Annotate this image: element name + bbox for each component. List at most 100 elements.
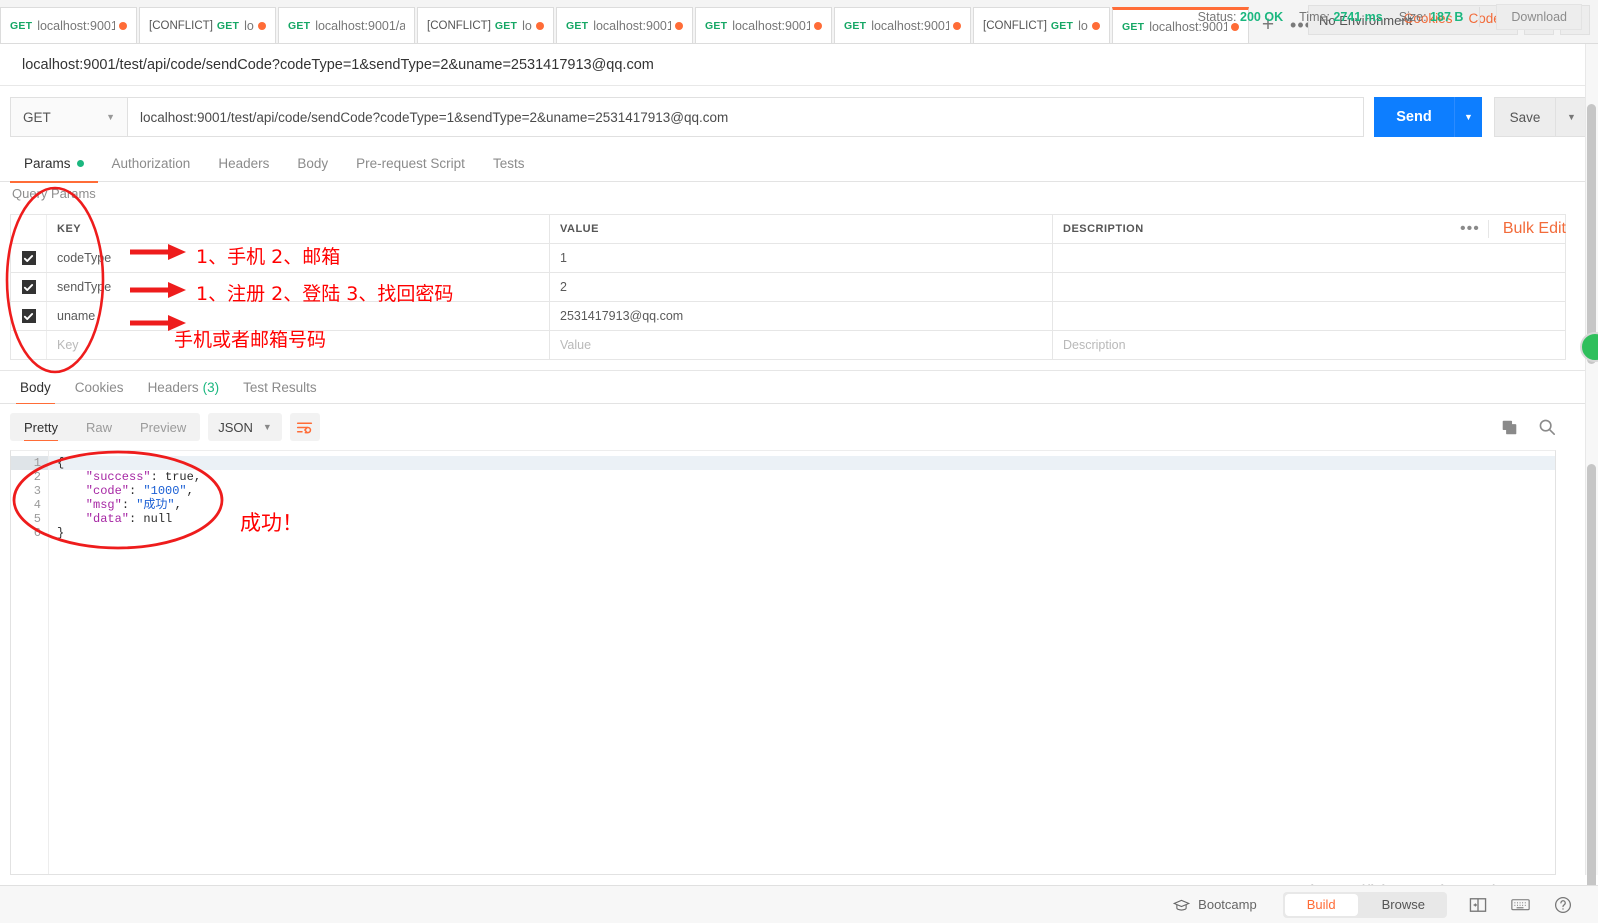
row-checkbox-cell[interactable] <box>11 302 47 330</box>
code-token: "data" <box>57 512 130 526</box>
column-header-key: KEY <box>47 215 550 243</box>
row-checkbox[interactable] <box>22 338 36 352</box>
keyboard-shortcuts-button[interactable] <box>1499 897 1542 912</box>
row-checkbox[interactable] <box>21 251 36 265</box>
scrollbar-thumb-upper[interactable] <box>1587 104 1596 364</box>
url-bar: GET ▼ localhost:9001/test/api/code/sendC… <box>0 88 1598 146</box>
response-tab-cookies[interactable]: Cookies <box>63 370 136 404</box>
browse-tab[interactable]: Browse <box>1360 892 1447 918</box>
row-checkbox[interactable] <box>21 280 36 294</box>
bulk-edit-button[interactable]: Bulk Edit <box>1503 220 1566 238</box>
tab-method-label: GET <box>1050 19 1074 32</box>
param-key-cell[interactable]: uname <box>47 302 550 330</box>
param-key-input[interactable]: Key <box>47 331 550 359</box>
query-params-table: KEY VALUE DESCRIPTION codeType 1 sendType 2 una… <box>10 214 1566 360</box>
graduation-cap-icon <box>1173 899 1191 911</box>
row-checkbox-cell[interactable] <box>11 273 47 301</box>
table-row: sendType 2 <box>11 273 1565 302</box>
row-checkbox-cell-empty[interactable] <box>11 331 47 359</box>
request-tab[interactable]: [CONFLICT]GET loca <box>973 7 1110 43</box>
row-checkbox[interactable] <box>21 309 36 323</box>
response-body-viewer[interactable]: 123456 { "success": true, "code": "1000"… <box>10 450 1556 875</box>
request-tab-body[interactable]: Body <box>283 146 342 182</box>
size-value: 187 B <box>1430 10 1464 24</box>
param-key-cell[interactable]: codeType <box>47 244 550 272</box>
tab-name-label: localhost:9001/ <box>732 18 810 33</box>
code-token: "msg" <box>57 498 122 512</box>
tab-conflict-label: [CONFLICT] <box>983 19 1047 32</box>
request-tab[interactable]: GET localhost:9001/ <box>556 7 693 43</box>
response-body-code[interactable]: { "success": true, "code": "1000", "msg"… <box>49 451 1555 874</box>
code-line: "data": null <box>49 512 1555 526</box>
key-placeholder: Key <box>57 338 79 352</box>
request-tab[interactable]: GET localhost:9001/ <box>695 7 832 43</box>
param-key-cell[interactable]: sendType <box>47 273 550 301</box>
bootcamp-button[interactable]: Bootcamp <box>1157 897 1273 912</box>
param-description-cell[interactable] <box>1053 302 1565 330</box>
save-button[interactable]: Save <box>1494 97 1556 137</box>
query-params-actions: ••• Bulk Edit <box>1452 214 1566 243</box>
search-button[interactable] <box>1538 418 1556 436</box>
response-format-select[interactable]: JSON ▼ <box>208 413 282 441</box>
request-tab[interactable]: [CONFLICT]GET loca <box>417 7 554 43</box>
param-value-input[interactable]: Value <box>550 331 1053 359</box>
request-tab[interactable]: GET localhost:9001/ <box>0 7 137 43</box>
params-present-dot <box>76 160 84 167</box>
code-token: : <box>129 484 144 498</box>
tab-label: Body <box>20 379 51 395</box>
time-value: 2741 ms <box>1333 10 1383 24</box>
response-tab-headers[interactable]: Headers (3) <box>136 370 232 404</box>
param-value-cell[interactable]: 2 <box>550 273 1053 301</box>
param-value-cell[interactable]: 1 <box>550 244 1053 272</box>
code-token: : <box>129 512 144 526</box>
request-tab[interactable]: GET localhost:9001/ <box>834 7 971 43</box>
tab-label: Authorization <box>111 156 191 171</box>
tab-label: Test Results <box>243 379 317 395</box>
tab-name-label: loca <box>244 18 254 33</box>
tab-label: Pre-request Script <box>356 156 465 171</box>
param-description-cell[interactable] <box>1053 244 1565 272</box>
param-description-input[interactable]: Description <box>1053 331 1565 359</box>
request-tab-authorization[interactable]: Authorization <box>98 146 205 182</box>
help-button[interactable] <box>1542 896 1584 914</box>
http-method-select[interactable]: GET ▼ <box>10 97 128 137</box>
send-options-button[interactable]: ▼ <box>1454 97 1482 137</box>
request-title: localhost:9001/test/api/code/sendCode?co… <box>0 44 1598 86</box>
layout-toggle-button[interactable] <box>1457 897 1499 913</box>
request-tab[interactable]: [CONFLICT]GET loca <box>139 7 276 43</box>
tab-unsaved-dot <box>675 21 683 30</box>
tab-method-label: GET <box>494 19 518 32</box>
copy-button[interactable] <box>1501 419 1518 436</box>
response-tabs-bar: Body Cookies Headers (3) Test Results <box>0 370 1598 405</box>
url-input[interactable]: localhost:9001/test/api/code/sendCode?co… <box>128 97 1364 137</box>
response-view-raw[interactable]: Raw <box>72 413 126 441</box>
response-tab-test-results[interactable]: Test Results <box>231 370 329 404</box>
line-number: 3 <box>33 484 41 498</box>
http-method-value: GET <box>23 109 51 125</box>
main-vertical-scrollbar[interactable] <box>1585 44 1598 894</box>
request-tab-params[interactable]: Params <box>10 146 98 183</box>
response-view-pretty[interactable]: Pretty <box>10 413 72 441</box>
param-value-cell[interactable]: 2531417913@qq.com <box>550 302 1053 330</box>
download-button[interactable]: Download <box>1496 4 1582 30</box>
word-wrap-button[interactable] <box>289 413 320 441</box>
copy-icon <box>1502 420 1517 434</box>
param-description-cell[interactable] <box>1053 273 1565 301</box>
send-button[interactable]: Send <box>1374 97 1454 137</box>
response-indicator-badge <box>1580 332 1598 362</box>
request-tab-tests[interactable]: Tests <box>479 146 539 182</box>
response-view-preview[interactable]: Preview <box>126 413 200 441</box>
tab-method-label: GET <box>1122 20 1145 33</box>
build-tab[interactable]: Build <box>1284 893 1358 916</box>
response-view-switcher: Pretty Raw Preview <box>10 413 201 441</box>
request-tab[interactable]: GET localhost:9001/aiw <box>278 7 415 43</box>
code-token: "code" <box>57 484 130 498</box>
params-more-button[interactable]: ••• <box>1452 219 1489 238</box>
tab-method-label: GET <box>705 19 728 32</box>
request-tab-headers[interactable]: Headers <box>204 146 283 182</box>
request-tab-pre-request-script[interactable]: Pre-request Script <box>342 146 479 182</box>
save-options-button[interactable]: ▼ <box>1556 97 1588 137</box>
row-checkbox-cell[interactable] <box>11 244 47 272</box>
scrollbar-thumb-lower[interactable] <box>1587 464 1596 894</box>
response-tab-body[interactable]: Body <box>8 370 63 405</box>
